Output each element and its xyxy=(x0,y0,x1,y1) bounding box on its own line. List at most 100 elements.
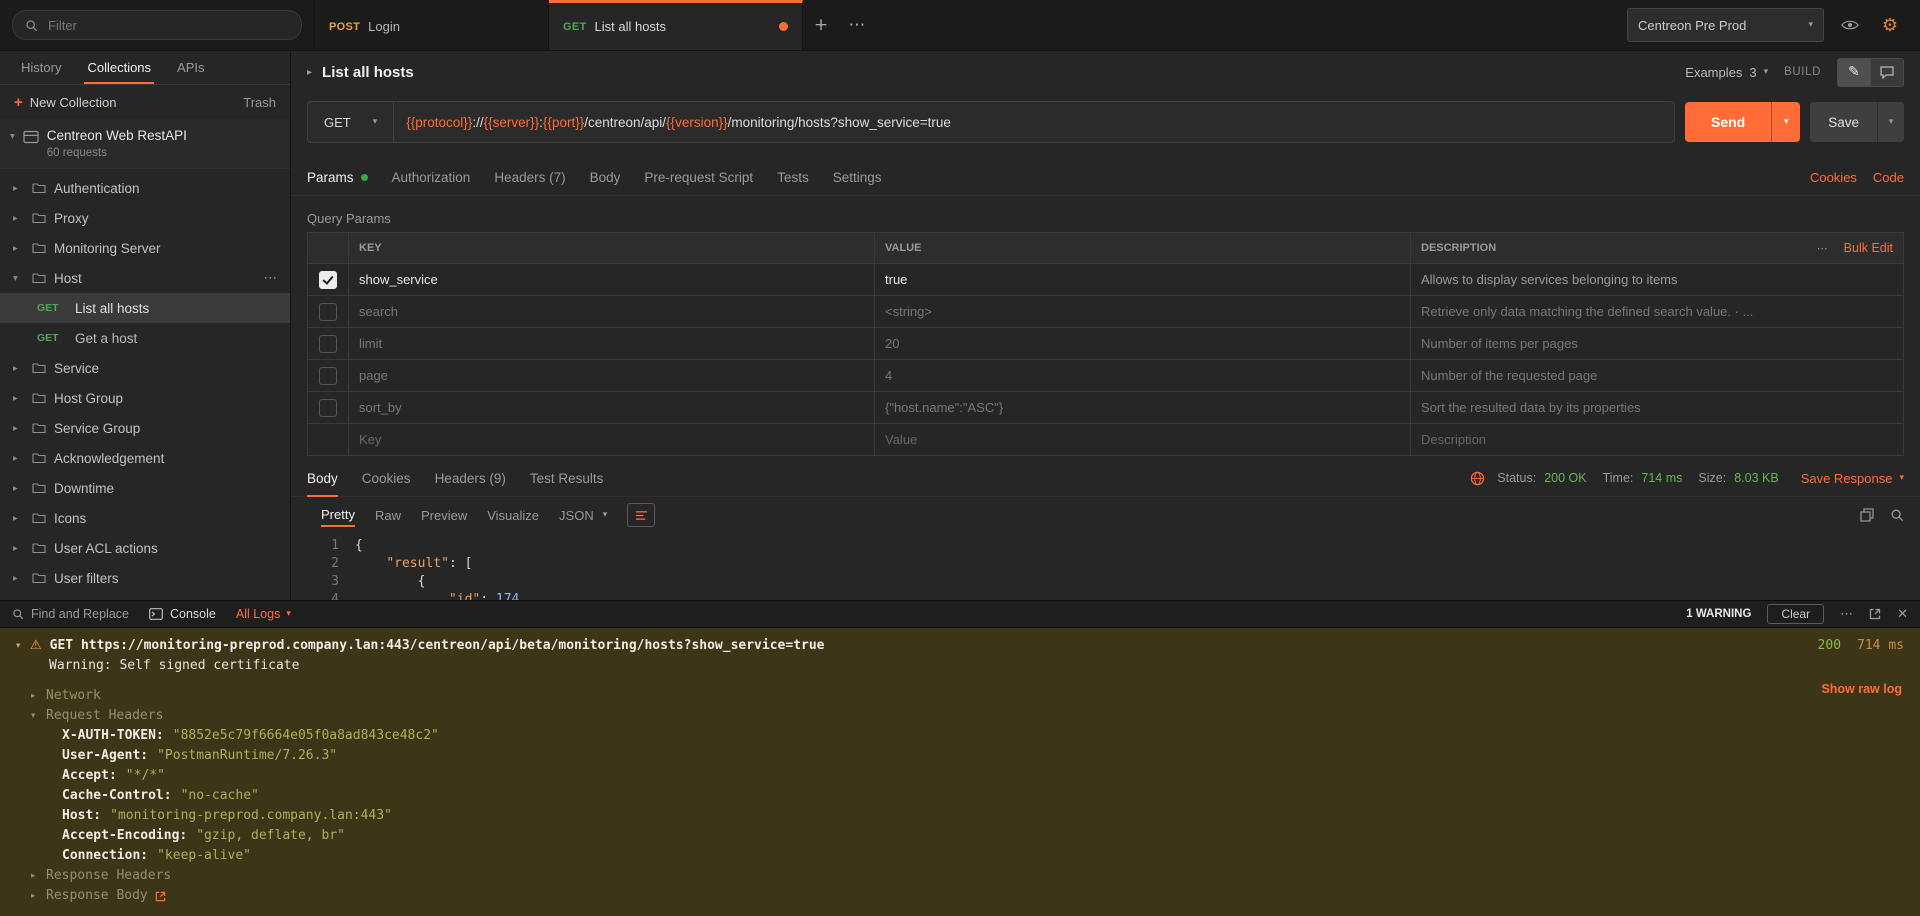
console-section-network[interactable]: ▸ Network xyxy=(16,686,1904,706)
folder-user-filters[interactable]: ▸ User filters xyxy=(0,563,290,593)
save-options-button[interactable]: ▾ xyxy=(1877,102,1904,142)
examples-dropdown[interactable]: Examples 3 ▾ xyxy=(1685,65,1768,80)
param-value-placeholder[interactable]: Value xyxy=(875,424,1411,455)
param-value[interactable]: 4 xyxy=(875,360,1411,391)
new-collection-button[interactable]: + New Collection xyxy=(14,94,116,111)
request-list-all-hosts[interactable]: GET List all hosts xyxy=(0,293,290,323)
folder-service[interactable]: ▸ Service xyxy=(0,353,290,383)
filter-box[interactable] xyxy=(12,10,302,40)
sidebar-tab-history[interactable]: History xyxy=(8,52,74,83)
view-tab-raw[interactable]: Raw xyxy=(375,505,401,526)
param-key[interactable]: sort_by xyxy=(349,392,875,423)
method-selector[interactable]: GET ▾ xyxy=(308,102,394,142)
format-selector[interactable]: JSON ▾ xyxy=(559,508,607,523)
trash-button[interactable]: Trash xyxy=(243,95,276,110)
view-tab-pretty[interactable]: Pretty xyxy=(321,504,355,527)
url-input[interactable]: {{protocol}}://{{server}}:{{port}}/centr… xyxy=(394,102,1674,142)
sidebar-tab-apis[interactable]: APIs xyxy=(164,52,217,83)
comments-button[interactable] xyxy=(1871,58,1904,87)
folder-host-group[interactable]: ▸ Host Group xyxy=(0,383,290,413)
environment-selector[interactable]: Centreon Pre Prod ▾ xyxy=(1627,8,1824,42)
response-tab-body[interactable]: Body xyxy=(307,460,338,496)
row-checkbox[interactable] xyxy=(319,303,337,321)
save-button[interactable]: Save xyxy=(1810,102,1877,142)
chevron-down-icon[interactable]: ▾ xyxy=(16,636,28,656)
console-section-response-body[interactable]: ▸ Response Body xyxy=(16,886,1904,906)
log-filter-dropdown[interactable]: All Logs ▾ xyxy=(236,607,291,621)
cookies-link[interactable]: Cookies xyxy=(1810,170,1857,185)
chevron-right-icon[interactable]: ▸ xyxy=(307,67,312,78)
tab-options-button[interactable]: ⋯ xyxy=(839,0,875,50)
tab-pre-request-script[interactable]: Pre-request Script xyxy=(644,159,753,195)
close-console-button[interactable]: ✕ xyxy=(1897,607,1908,622)
network-icon[interactable] xyxy=(1470,471,1485,486)
param-description[interactable]: Sort the resulted data by its properties xyxy=(1421,400,1641,415)
external-link-icon[interactable] xyxy=(155,891,166,902)
show-raw-log-link[interactable]: Show raw log xyxy=(1821,682,1902,696)
row-checkbox[interactable] xyxy=(319,399,337,417)
tab-body[interactable]: Body xyxy=(590,159,621,195)
request-tab-login[interactable]: POST Login xyxy=(315,0,549,50)
find-and-replace-button[interactable]: Find and Replace xyxy=(12,607,129,621)
param-key[interactable]: limit xyxy=(349,328,875,359)
wrap-lines-button[interactable] xyxy=(627,503,655,527)
tab-headers[interactable]: Headers (7) xyxy=(494,159,565,195)
send-button[interactable]: Send xyxy=(1685,102,1771,142)
request-get-a-host[interactable]: GET Get a host xyxy=(0,323,290,353)
tab-params[interactable]: Params xyxy=(307,159,368,195)
console-section-response-headers[interactable]: ▸ Response Headers xyxy=(16,866,1904,886)
clear-console-button[interactable]: Clear xyxy=(1767,604,1824,624)
param-description-placeholder[interactable]: Description xyxy=(1421,432,1486,447)
folder-options-button[interactable]: ⋯ xyxy=(264,270,278,286)
tab-authorization[interactable]: Authorization xyxy=(392,159,471,195)
tab-tests[interactable]: Tests xyxy=(777,159,809,195)
code-link[interactable]: Code xyxy=(1873,170,1904,185)
param-value[interactable]: 20 xyxy=(875,328,1411,359)
param-description[interactable]: Number of the requested page xyxy=(1421,368,1597,383)
folder-monitoring-server[interactable]: ▸ Monitoring Server xyxy=(0,233,290,263)
open-console-window-button[interactable] xyxy=(1869,608,1881,620)
folder-authentication[interactable]: ▸ Authentication xyxy=(0,173,290,203)
folder-acknowledgement[interactable]: ▸ Acknowledgement xyxy=(0,443,290,473)
filter-input[interactable] xyxy=(46,17,289,34)
folder-user-acl-actions[interactable]: ▸ User ACL actions xyxy=(0,533,290,563)
row-checkbox[interactable] xyxy=(319,271,337,289)
param-value[interactable]: true xyxy=(875,264,1411,295)
folder-service-group[interactable]: ▸ Service Group xyxy=(0,413,290,443)
send-options-button[interactable]: ▾ xyxy=(1771,102,1800,142)
collection-centreon-web-restapi[interactable]: ▾ Centreon Web RestAPI 60 requests xyxy=(0,119,290,169)
save-response-button[interactable]: Save Response ▾ xyxy=(1801,471,1904,486)
response-tab-headers[interactable]: Headers (9) xyxy=(435,460,506,496)
console-section-request-headers[interactable]: ▾ Request Headers xyxy=(16,706,1904,726)
param-key[interactable]: show_service xyxy=(349,264,875,295)
folder-host[interactable]: ▾ Host ⋯ xyxy=(0,263,290,293)
response-body-viewer[interactable]: 1 { 2 "result": [ 3 { 4 "id": 174, xyxy=(291,533,1920,600)
response-tab-cookies[interactable]: Cookies xyxy=(362,460,411,496)
view-tab-visualize[interactable]: Visualize xyxy=(487,505,539,526)
param-value[interactable]: {"host.name":"ASC"} xyxy=(875,392,1411,423)
console-options-button[interactable]: ⋯ xyxy=(1840,607,1853,622)
param-value[interactable]: <string> xyxy=(875,296,1411,327)
new-tab-button[interactable]: + xyxy=(803,0,839,50)
console-request-entry[interactable]: ▾ ⚠ GET https://monitoring-preprod.compa… xyxy=(16,636,1904,656)
param-key[interactable]: page xyxy=(349,360,875,391)
param-description[interactable]: Allows to display services belonging to … xyxy=(1421,272,1678,287)
table-options-button[interactable]: ⋯ xyxy=(1817,242,1828,255)
console-tab[interactable]: Console xyxy=(149,607,216,621)
copy-response-button[interactable] xyxy=(1860,508,1874,522)
bulk-edit-link[interactable]: Bulk Edit xyxy=(1844,241,1893,255)
request-tab-list-all-hosts[interactable]: GET List all hosts xyxy=(549,0,803,50)
param-key-placeholder[interactable]: Key xyxy=(349,424,875,455)
folder-icons[interactable]: ▸ Icons xyxy=(0,503,290,533)
row-checkbox[interactable] xyxy=(319,335,337,353)
environment-quick-look-button[interactable] xyxy=(1836,11,1864,39)
sidebar-tab-collections[interactable]: Collections xyxy=(74,52,164,83)
row-checkbox[interactable] xyxy=(319,367,337,385)
response-tab-test-results[interactable]: Test Results xyxy=(530,460,604,496)
param-description[interactable]: Number of items per pages xyxy=(1421,336,1578,351)
param-key[interactable]: search xyxy=(349,296,875,327)
view-tab-preview[interactable]: Preview xyxy=(421,505,467,526)
search-response-button[interactable] xyxy=(1890,508,1904,522)
folder-proxy[interactable]: ▸ Proxy xyxy=(0,203,290,233)
param-description[interactable]: Retrieve only data matching the defined … xyxy=(1421,304,1753,319)
